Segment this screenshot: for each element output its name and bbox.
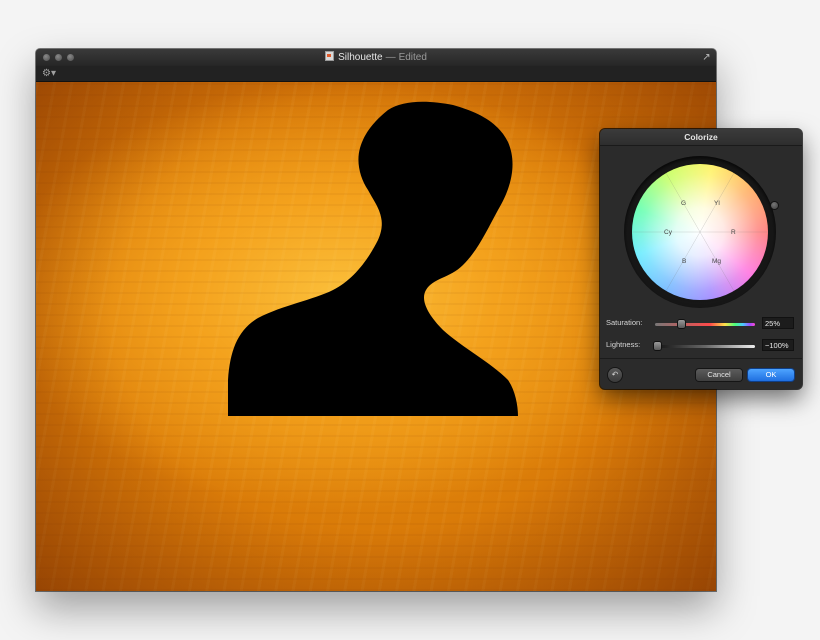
wheel-label-green: G [681,200,687,207]
title-bar[interactable]: Silhouette — Edited ↗ [36,49,716,66]
lightness-slider[interactable] [655,345,755,348]
panel-divider [600,358,802,359]
lightness-value-field[interactable]: −100% [762,339,794,351]
saturation-slider[interactable] [655,323,755,326]
edited-status: Edited [398,52,427,63]
lightness-thumb[interactable] [654,342,661,350]
wheel-guides [632,172,768,292]
panel-title: Colorize [684,132,718,142]
document-name: Silhouette [338,52,383,63]
undo-icon[interactable]: ↶ [608,368,622,382]
gear-icon[interactable]: ⚙▾ [42,67,56,80]
saturation-label: Saturation: [606,318,643,327]
silhouette-image [228,101,518,416]
color-wheel[interactable]: G Yl Cy R B Mg [632,164,768,300]
title-separator: — [385,52,396,63]
saturation-thumb[interactable] [678,320,685,328]
wheel-label-cyan: Cy [664,229,672,236]
document-icon [325,51,335,61]
toolbar: ⚙▾ [36,66,716,82]
color-wheel-well: G Yl Cy R B Mg [624,156,776,308]
fullscreen-icon[interactable]: ↗ [701,52,712,63]
wheel-label-yellow: Yl [714,200,720,207]
colorize-panel: Colorize G Yl Cy R B Mg Saturation: 25% … [600,129,802,389]
ok-button[interactable]: OK [748,369,794,381]
cancel-button[interactable]: Cancel [696,369,742,381]
wheel-label-blue: B [682,258,687,265]
lightness-label: Lightness: [606,340,641,349]
wheel-label-red: R [731,229,736,236]
wheel-handle[interactable] [771,202,778,209]
wheel-label-magenta: Mg [712,258,722,265]
lightness-row: Lightness: −100% [600,339,802,353]
saturation-value-field[interactable]: 25% [762,317,794,329]
window-title: Silhouette — Edited [36,51,716,64]
saturation-row: Saturation: 25% [600,317,802,331]
